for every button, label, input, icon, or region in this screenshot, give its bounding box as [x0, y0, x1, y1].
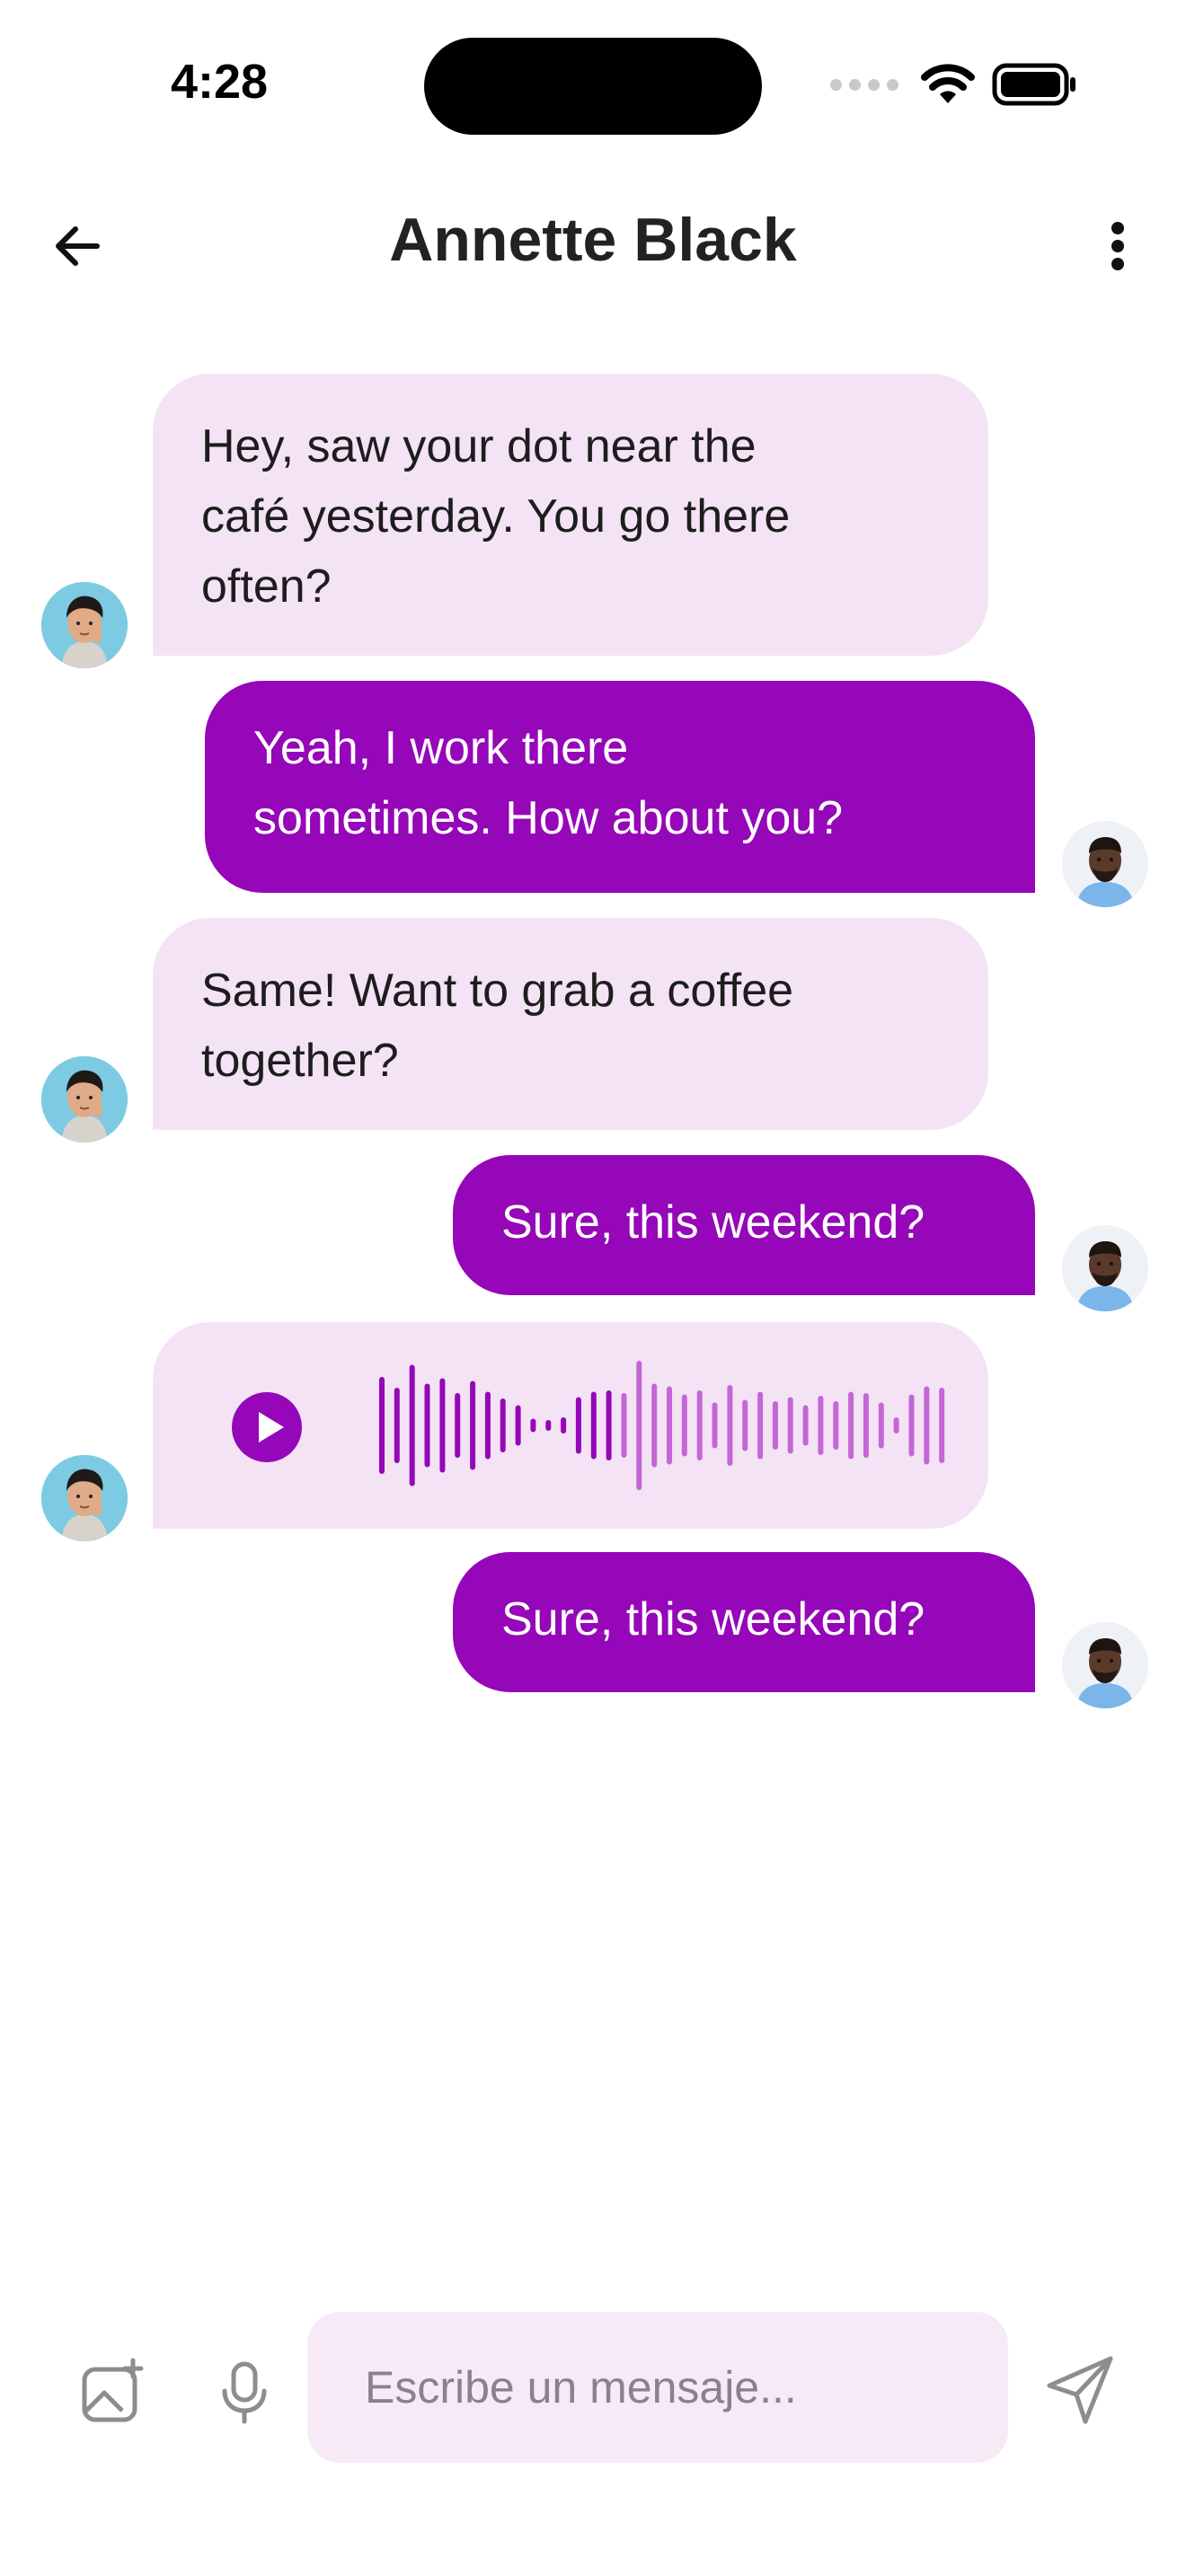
waveform-bar [606, 1390, 612, 1460]
status-time: 4:28 [171, 55, 269, 109]
waveform-bar [667, 1386, 672, 1465]
avatar-self [1062, 1622, 1148, 1708]
waveform-bar [924, 1386, 930, 1465]
status-bar: 4:28 [0, 0, 1186, 171]
waveform-bar [455, 1393, 461, 1458]
more-vertical-icon [1111, 222, 1124, 270]
waveform-bar [590, 1391, 597, 1460]
play-button[interactable] [232, 1392, 302, 1462]
waveform-bar [712, 1402, 718, 1449]
waveform-bar [787, 1397, 793, 1454]
waveform-bar [484, 1391, 491, 1460]
waveform-bar [651, 1383, 658, 1468]
waveform-bar [621, 1393, 627, 1458]
message-bubble-outgoing[interactable]: Sure, this weekend? [453, 1552, 1035, 1692]
waveform-bar [848, 1391, 854, 1460]
send-icon [1047, 2356, 1113, 2424]
wifi-icon [921, 64, 975, 103]
message-text: Same! Want to grab a coffee together? [201, 965, 794, 1087]
waveform-bar [681, 1394, 687, 1457]
avatar-contact [41, 1056, 128, 1142]
waveform-bar [908, 1394, 915, 1457]
waveform-bar [470, 1381, 476, 1470]
cellular-signal-icon [830, 78, 898, 91]
waveform-bar [530, 1418, 536, 1433]
avatar-contact [41, 582, 128, 668]
battery-icon [992, 63, 1075, 106]
avatar-self [1062, 821, 1148, 907]
send-button[interactable] [1040, 2350, 1121, 2430]
waveform-bar [939, 1388, 945, 1463]
waveform-bar [409, 1364, 415, 1486]
message-bubble-incoming[interactable]: Same! Want to grab a coffee together? [153, 918, 988, 1130]
message-bubble-outgoing[interactable]: Yeah, I work there sometimes. How about … [205, 681, 1035, 893]
avatar-contact [41, 1455, 128, 1541]
message-text: Sure, this weekend? [501, 1593, 925, 1645]
dynamic-island [424, 38, 762, 135]
waveform-bar [561, 1417, 567, 1434]
message-input[interactable] [307, 2312, 1008, 2463]
avatar-self [1062, 1225, 1148, 1311]
waveform-bar [500, 1398, 506, 1452]
status-indicators [830, 63, 1078, 106]
microphone-icon [222, 2361, 267, 2424]
message-bubble-outgoing[interactable]: Sure, this weekend? [453, 1155, 1035, 1295]
waveform-bar [742, 1399, 748, 1451]
waveform-bar [696, 1390, 703, 1460]
waveform-bar [833, 1401, 839, 1450]
voice-record-button[interactable] [208, 2357, 280, 2429]
message-text: Sure, this weekend? [501, 1196, 925, 1248]
waveform-bar [727, 1385, 733, 1466]
waveform-bar [818, 1396, 824, 1455]
waveform-bar [802, 1405, 809, 1446]
waveform-bar [394, 1388, 400, 1463]
chat-header: Annette Black [0, 171, 1186, 314]
waveform-bar [545, 1420, 552, 1431]
message-text: Yeah, I work there sometimes. How about … [253, 722, 844, 844]
message-bubble-incoming[interactable]: Hey, saw your dot near the café yesterda… [153, 374, 988, 656]
waveform-bar [575, 1397, 581, 1454]
waveform-bar [636, 1361, 642, 1490]
waveform-bar [757, 1391, 764, 1460]
attach-image-button[interactable] [77, 2357, 149, 2429]
contact-name: Annette Black [389, 206, 797, 274]
waveform-bar [878, 1402, 884, 1449]
voice-waveform[interactable] [377, 1356, 952, 1495]
message-composer [0, 2299, 1186, 2479]
waveform-bar [863, 1393, 869, 1458]
waveform-bar [515, 1405, 521, 1446]
waveform-bar [772, 1401, 778, 1450]
image-plus-icon [82, 2358, 144, 2422]
waveform-bar [424, 1383, 430, 1468]
more-options-button[interactable] [1082, 210, 1154, 282]
waveform-bar [379, 1377, 385, 1474]
waveform-bar [439, 1378, 446, 1473]
waveform-bar [893, 1417, 899, 1434]
message-text: Hey, saw your dot near the café yesterda… [201, 420, 791, 613]
voice-message-bubble [153, 1322, 988, 1529]
